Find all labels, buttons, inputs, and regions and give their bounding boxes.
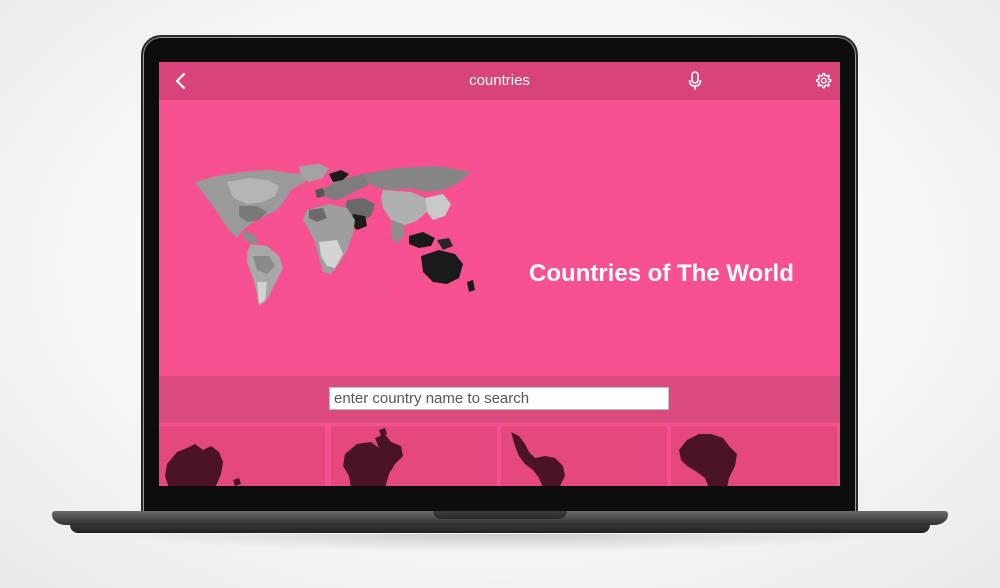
microphone-icon bbox=[688, 71, 702, 90]
continent-tile-north-america[interactable] bbox=[331, 426, 497, 486]
top-bar: countries bbox=[159, 62, 840, 100]
app-screen: countries Countries of The World enter c… bbox=[159, 62, 840, 486]
laptop-base-lip bbox=[70, 525, 930, 533]
hero-title: Countries of The World bbox=[529, 260, 794, 287]
continent-tile-africa[interactable] bbox=[671, 426, 837, 486]
app-title: countries bbox=[469, 72, 530, 89]
search-bar bbox=[159, 376, 840, 423]
laptop-shadow bbox=[110, 534, 890, 552]
continent-grid bbox=[159, 423, 840, 486]
microphone-button[interactable] bbox=[683, 69, 707, 93]
australia-map-icon bbox=[165, 444, 241, 486]
hero-banner: Countries of The World bbox=[159, 100, 840, 376]
continent-tile-australia[interactable] bbox=[159, 426, 325, 486]
africa-map-icon bbox=[679, 434, 737, 486]
world-map bbox=[195, 164, 475, 306]
gear-icon bbox=[816, 72, 832, 89]
country-search-input[interactable] bbox=[329, 387, 669, 410]
continent-tile-south-america[interactable] bbox=[501, 426, 667, 486]
laptop-notch bbox=[433, 511, 567, 519]
settings-button[interactable] bbox=[811, 69, 835, 93]
south-america-map-icon bbox=[511, 432, 565, 486]
north-america-map-icon bbox=[343, 428, 403, 486]
